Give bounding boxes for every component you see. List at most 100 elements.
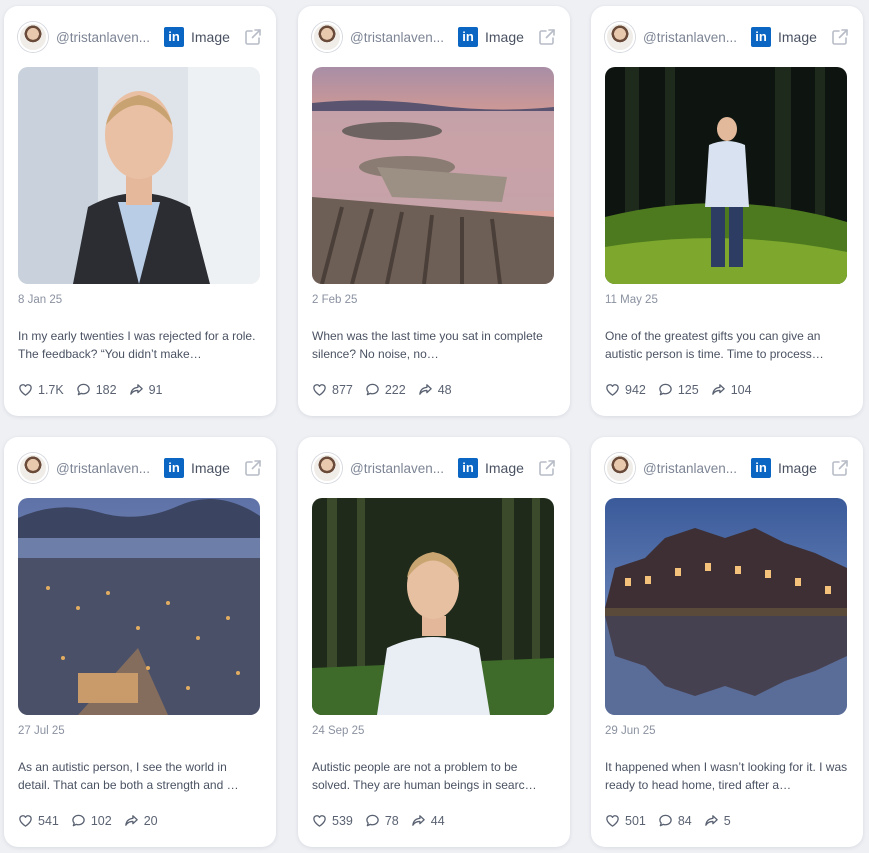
post-card[interactable]: @tristanlaven... in Image 27 Jul 25 As a… — [4, 437, 276, 847]
post-text[interactable]: One of the greatest gifts you can give a… — [605, 328, 849, 363]
card-header: @tristanlaven... in Image — [18, 20, 262, 54]
post-date: 24 Sep 25 — [312, 725, 365, 737]
linkedin-icon: in — [164, 27, 184, 47]
likes-stat: 541 — [18, 813, 59, 828]
comment-icon — [76, 383, 90, 396]
linkedin-icon: in — [751, 458, 771, 478]
engagement-stats: 877 222 48 — [312, 382, 464, 397]
post-date: 29 Jun 25 — [605, 725, 656, 737]
likes-stat: 942 — [605, 382, 646, 397]
card-header: @tristanlaven... in Image — [18, 451, 262, 485]
comments-count: 125 — [677, 382, 699, 397]
author-handle[interactable]: @tristanlaven... — [350, 461, 448, 476]
post-type-label: Image — [778, 460, 817, 476]
comments-stat: 78 — [365, 813, 399, 828]
avatar[interactable] — [18, 453, 48, 483]
post-type-label: Image — [191, 460, 230, 476]
post-date: 8 Jan 25 — [18, 294, 63, 306]
avatar[interactable] — [312, 22, 342, 52]
card-header: @tristanlaven... in Image — [605, 451, 849, 485]
share-icon — [129, 384, 143, 395]
post-type-label: Image — [485, 29, 524, 45]
likes-stat: 501 — [605, 813, 646, 828]
post-date: 27 Jul 25 — [18, 725, 65, 737]
post-card[interactable]: @tristanlaven... in Image 11 May 25 One … — [591, 6, 863, 416]
post-image[interactable] — [18, 498, 260, 715]
comment-icon — [72, 814, 85, 827]
likes-stat: 1.7K — [18, 382, 64, 397]
author-handle[interactable]: @tristanlaven... — [350, 30, 448, 45]
likes-stat: 877 — [312, 382, 353, 397]
post-card[interactable]: @tristanlaven... in Image 29 Jun 25 It h… — [591, 437, 863, 847]
likes-stat: 539 — [312, 813, 353, 828]
external-link-icon[interactable] — [538, 28, 556, 46]
linkedin-icon: in — [751, 27, 771, 47]
external-link-icon[interactable] — [831, 28, 849, 46]
shares-stat: 91 — [129, 382, 163, 397]
post-text[interactable]: When was the last time you sat in comple… — [312, 328, 556, 363]
engagement-stats: 539 78 44 — [312, 813, 457, 828]
post-type-label: Image — [485, 460, 524, 476]
card-header: @tristanlaven... in Image — [312, 451, 556, 485]
shares-count: 44 — [430, 813, 445, 828]
shares-stat: 48 — [418, 382, 452, 397]
post-card[interactable]: @tristanlaven... in Image 8 Jan 25 In my… — [4, 6, 276, 416]
comments-count: 78 — [384, 813, 399, 828]
post-card[interactable]: @tristanlaven... in Image 2 Feb 25 When … — [298, 6, 570, 416]
avatar[interactable] — [18, 22, 48, 52]
engagement-stats: 942 125 104 — [605, 382, 764, 397]
share-icon — [411, 815, 425, 826]
post-text[interactable]: Autistic people are not a problem to be … — [312, 759, 556, 794]
comment-icon — [366, 383, 379, 396]
post-text[interactable]: In my early twenties I was rejected for … — [18, 328, 262, 363]
share-icon — [711, 384, 725, 395]
likes-count: 942 — [625, 382, 646, 397]
comments-stat: 182 — [76, 382, 117, 397]
heart-icon — [19, 384, 32, 396]
avatar[interactable] — [605, 22, 635, 52]
comment-icon — [659, 814, 672, 827]
shares-count: 91 — [148, 382, 163, 397]
external-link-icon[interactable] — [831, 459, 849, 477]
likes-count: 877 — [332, 382, 353, 397]
post-text[interactable]: As an autistic person, I see the world i… — [18, 759, 262, 794]
card-header: @tristanlaven... in Image — [605, 20, 849, 54]
linkedin-icon: in — [164, 458, 184, 478]
shares-count: 20 — [143, 813, 158, 828]
share-icon — [704, 815, 718, 826]
shares-count: 5 — [723, 813, 731, 828]
card-header: @tristanlaven... in Image — [312, 20, 556, 54]
post-date: 2 Feb 25 — [312, 294, 358, 306]
post-date: 11 May 25 — [605, 294, 658, 306]
post-image[interactable] — [312, 498, 554, 715]
likes-count: 1.7K — [38, 382, 64, 397]
share-icon — [418, 384, 432, 395]
shares-count: 104 — [730, 382, 752, 397]
comments-count: 182 — [95, 382, 117, 397]
author-handle[interactable]: @tristanlaven... — [56, 30, 154, 45]
post-image[interactable] — [605, 67, 847, 284]
avatar[interactable] — [312, 453, 342, 483]
post-image[interactable] — [312, 67, 554, 284]
post-image[interactable] — [18, 67, 260, 284]
post-card[interactable]: @tristanlaven... in Image 24 Sep 25 Auti… — [298, 437, 570, 847]
post-text[interactable]: It happened when I wasn’t looking for it… — [605, 759, 849, 794]
external-link-icon[interactable] — [538, 459, 556, 477]
heart-icon — [19, 815, 32, 827]
author-handle[interactable]: @tristanlaven... — [56, 461, 154, 476]
likes-count: 541 — [38, 813, 59, 828]
heart-icon — [606, 384, 619, 396]
post-image[interactable] — [605, 498, 847, 715]
avatar[interactable] — [605, 453, 635, 483]
shares-stat: 5 — [704, 813, 731, 828]
heart-icon — [313, 384, 326, 396]
engagement-stats: 1.7K 182 91 — [18, 382, 174, 397]
external-link-icon[interactable] — [244, 459, 262, 477]
shares-count: 48 — [437, 382, 452, 397]
external-link-icon[interactable] — [244, 28, 262, 46]
comments-count: 222 — [384, 382, 406, 397]
author-handle[interactable]: @tristanlaven... — [643, 30, 741, 45]
author-handle[interactable]: @tristanlaven... — [643, 461, 741, 476]
comment-icon — [366, 814, 379, 827]
heart-icon — [313, 815, 326, 827]
